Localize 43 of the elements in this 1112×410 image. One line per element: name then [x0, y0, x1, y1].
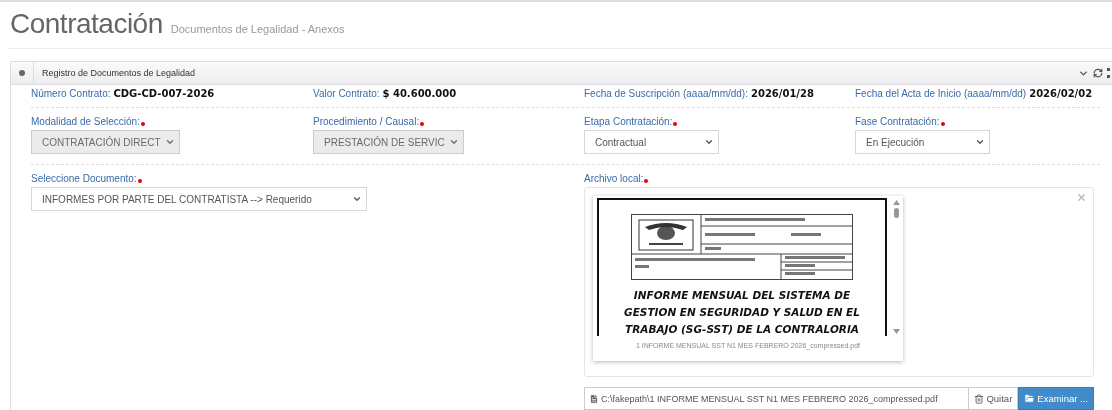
required-dot: [420, 121, 425, 126]
field-label: Modalidad de Selección:: [31, 116, 313, 127]
required-dot: [940, 121, 945, 126]
expand-icon[interactable]: [1107, 68, 1110, 78]
pdf-title-line: TRABAJO (SG-SST) DE LA CONTRALORIA: [625, 323, 859, 335]
required-dot: [673, 121, 678, 126]
bullet-icon: [19, 70, 25, 76]
chevron-down-icon: [352, 194, 362, 204]
field-label: Fase Contratación:: [855, 116, 1100, 127]
chevron-down-icon: [448, 137, 459, 147]
info-label: Número Contrato: CDG-CD-007-2026: [31, 88, 216, 99]
folder-icon: [1024, 393, 1036, 404]
chevron-down-icon: [164, 137, 175, 147]
pdf-title-line: GESTION EN SEGURIDAD Y SALUD EN EL: [624, 306, 860, 318]
field-label: Seleccione Documento:: [31, 173, 584, 184]
file-icon: [589, 393, 599, 404]
remove-button[interactable]: Quitar: [968, 387, 1019, 410]
browse-button[interactable]: Examinar ...: [1018, 387, 1094, 410]
info-label: Fecha de Suscripción (aaaa/mm/dd): 2026/01/28: [584, 88, 815, 99]
panel-title: Registro de Documentos de Legalidad: [42, 68, 197, 78]
file-path-field[interactable]: C:\fakepath\1 INFORME MENSUAL SST N1 MES FEBRERO 2026_compressed.pdf: [584, 387, 969, 410]
page-subtitle: Documentos de Legalidad - Anexos: [170, 23, 345, 35]
select-field[interactable]: INFORMES POR PARTE DEL CONTRATISTA --> Requerido: [31, 187, 367, 211]
chevron-down-icon: [704, 137, 714, 147]
chevron-down-icon: [975, 137, 985, 147]
close-icon[interactable]: [1076, 192, 1087, 203]
required-dot: [137, 178, 142, 183]
pdf-title-line: INFORME MENSUAL DEL SISTEMA DE: [633, 289, 851, 301]
info-label: Valor Contrato: $ 40.600.000: [313, 88, 458, 99]
scroll-down-icon[interactable]: [892, 329, 900, 334]
info-label: Fecha del Acta de Inicio (aaaa/mm/dd) 2026/02/02: [855, 88, 1094, 99]
field-label: Etapa Contratación:: [584, 116, 855, 127]
field-label: Procedimiento / Causal:: [313, 116, 584, 127]
required-dot: [140, 121, 145, 126]
scroll-up-icon[interactable]: [892, 200, 900, 205]
scrollbar-thumb[interactable]: [893, 208, 899, 218]
refresh-icon[interactable]: [1093, 68, 1103, 78]
field-label: Archivo local:: [584, 173, 1100, 184]
page-title: Contratación: [10, 8, 163, 40]
select-field[interactable]: En Ejecución: [855, 130, 990, 154]
required-dot: [644, 178, 649, 183]
trash-icon: [974, 393, 985, 404]
select-field[interactable]: Contractual: [584, 130, 719, 154]
